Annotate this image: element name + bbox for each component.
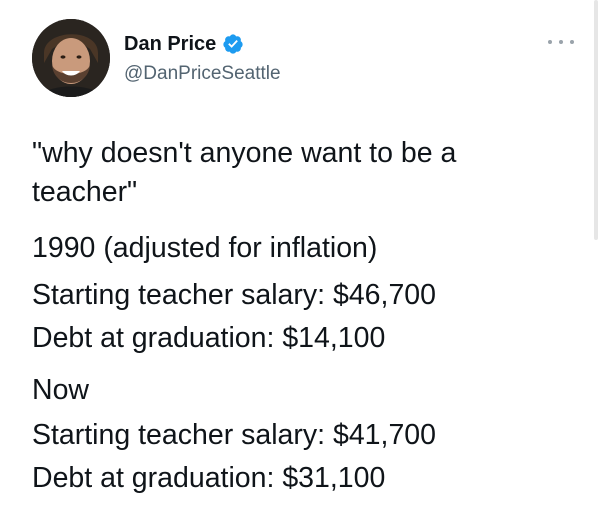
tweet-text-line: Debt at graduation: $14,100	[32, 322, 386, 354]
tweet-text-line: Starting teacher salary: $41,700	[32, 419, 436, 451]
author-handle[interactable]: @DanPriceSeattle	[124, 62, 281, 86]
avatar[interactable]	[32, 19, 110, 97]
author-name-row[interactable]: Dan Price	[124, 32, 244, 56]
tweet-text-line: Debt at graduation: $31,100	[32, 462, 386, 494]
more-horizontal-icon-dot	[559, 40, 563, 44]
tweet-text-line: Now	[32, 374, 90, 406]
verified-badge-icon	[223, 34, 243, 54]
tweet-text-line: Starting teacher salary: $46,700	[32, 279, 436, 311]
tweet-text-line: 1990 (adjusted for inflation)	[32, 232, 378, 264]
avatar-photo	[32, 19, 110, 97]
more-horizontal-icon-dot	[570, 40, 574, 44]
author-display-name[interactable]: Dan Price	[124, 32, 216, 56]
more-options-button[interactable]	[548, 36, 574, 48]
more-horizontal-icon	[548, 40, 552, 44]
tweet-text-line: "why doesn't anyone want to be a	[32, 137, 457, 169]
tweet-text-line: teacher"	[32, 176, 138, 208]
scrollbar[interactable]	[594, 0, 598, 240]
tweet-card: Dan Price @DanPriceSeattle "why doesn't …	[0, 0, 600, 519]
